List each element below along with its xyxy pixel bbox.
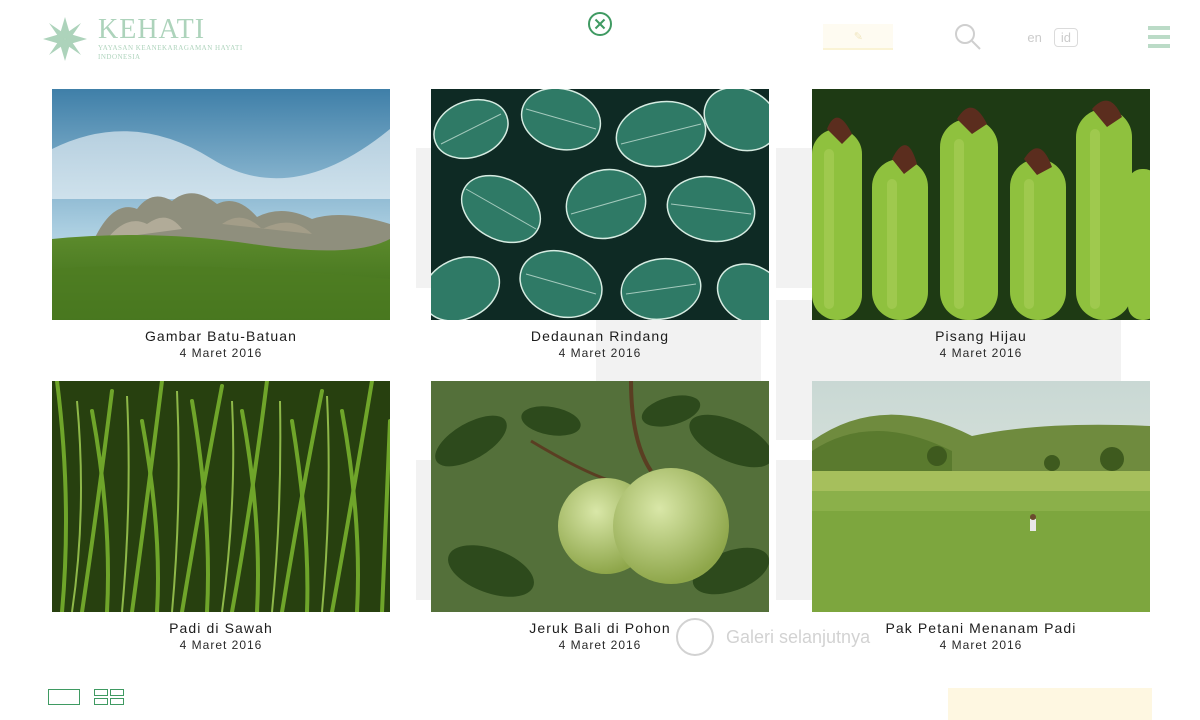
gallery-item-title: Pisang Hijau bbox=[935, 328, 1027, 344]
gallery-item-date: 4 Maret 2016 bbox=[558, 346, 642, 360]
close-circle-icon[interactable] bbox=[587, 11, 613, 37]
gallery-card[interactable]: Gambar Batu-Batuan 4 Maret 2016 bbox=[52, 89, 390, 361]
gallery-image-pomelo[interactable] bbox=[431, 381, 769, 612]
gallery-card[interactable]: Dedaunan Rindang 4 Maret 2016 bbox=[431, 89, 769, 361]
gallery-item-date: 4 Maret 2016 bbox=[179, 638, 263, 652]
gallery-image-rice-grass[interactable] bbox=[52, 381, 390, 612]
gallery-overlay: Gambar Batu-Batuan 4 Maret 2016 Dedaunan… bbox=[0, 0, 1200, 720]
gallery-item-date: 4 Maret 2016 bbox=[939, 638, 1023, 652]
gallery-item-date: 4 Maret 2016 bbox=[558, 638, 642, 652]
gallery-card[interactable]: Padi di Sawah 4 Maret 2016 bbox=[52, 381, 390, 653]
gallery-item-date: 4 Maret 2016 bbox=[179, 346, 263, 360]
gallery-item-title: Pak Petani Menanam Padi bbox=[885, 620, 1077, 636]
gallery-item-title: Padi di Sawah bbox=[169, 620, 273, 636]
gallery-card[interactable]: Pak Petani Menanam Padi 4 Maret 2016 bbox=[812, 381, 1150, 653]
gallery-item-date: 4 Maret 2016 bbox=[939, 346, 1023, 360]
gallery-item-title: Jeruk Bali di Pohon bbox=[529, 620, 671, 636]
single-view-icon[interactable] bbox=[48, 689, 80, 705]
gallery-card[interactable]: Pisang Hijau 4 Maret 2016 bbox=[812, 89, 1150, 361]
grid-view-icon[interactable] bbox=[94, 689, 124, 705]
gallery-item-title: Gambar Batu-Batuan bbox=[144, 328, 298, 344]
gallery-image-rocks[interactable] bbox=[52, 89, 390, 320]
gallery-image-leaves[interactable] bbox=[431, 89, 769, 320]
gallery-image-bananas[interactable] bbox=[812, 89, 1150, 320]
gallery-card[interactable]: Jeruk Bali di Pohon 4 Maret 2016 bbox=[431, 381, 769, 653]
gallery-image-farmer[interactable] bbox=[812, 381, 1150, 612]
gallery-item-title: Dedaunan Rindang bbox=[530, 328, 670, 344]
